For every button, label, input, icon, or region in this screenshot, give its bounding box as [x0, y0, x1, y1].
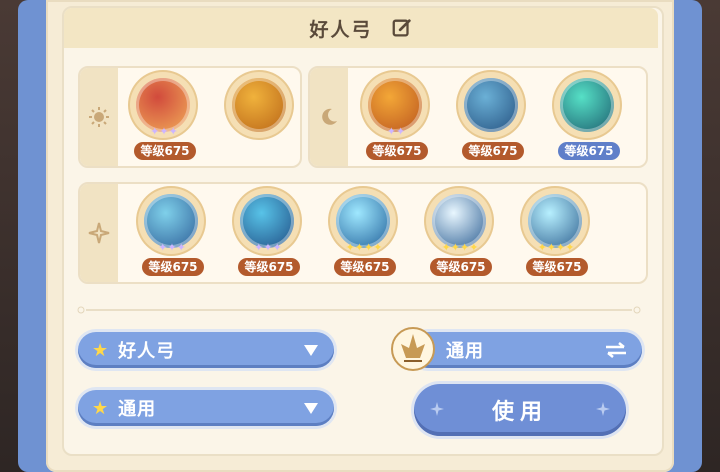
swap-label: 通用: [446, 341, 484, 362]
chevron-down-icon: [304, 403, 318, 414]
skill-level-badge: 等级675: [366, 142, 428, 160]
skill-level-badge: 等级675: [142, 258, 204, 276]
skill-stars: ✦✦✦: [158, 241, 186, 254]
section-divider: [77, 306, 641, 314]
sparkle-icon: [88, 222, 110, 244]
skill-level-badge: 等级675: [526, 258, 588, 276]
preset-dropdown-label: 好人弓: [118, 341, 176, 362]
chevron-down-icon: [304, 345, 318, 356]
skill-stars: ✦✦✦✦: [537, 241, 575, 254]
use-button[interactable]: 使用: [414, 384, 626, 436]
skill-level-badge: 等级675: [238, 258, 300, 276]
preset-dropdown[interactable]: ★ 好人弓: [78, 332, 334, 368]
golden-crest-icon: [232, 78, 286, 132]
wolf-icon: [464, 78, 518, 132]
swap-bar[interactable]: 通用: [410, 332, 642, 368]
harp-icon: [136, 78, 190, 132]
skill-stars: ✦✦✦: [150, 125, 178, 138]
skill-stars: ✦✦: [386, 125, 406, 138]
moon-icon: [322, 108, 337, 125]
moon-skill-slot[interactable]: 等级675: [456, 70, 528, 164]
star-slot-group: ✦✦✦ 等级675 ✦✦✦ 等级675 ✦✦✦✦ 等级675 ✦✦✦✦ 等级675 ✦✦✦✦ 等级…: [78, 182, 648, 284]
emblem-icon: [391, 327, 435, 371]
sun-strip: [80, 68, 118, 166]
arrow-rain-icon: [240, 194, 294, 248]
sun-icon: [89, 107, 109, 127]
star-skill-slot[interactable]: ✦✦✦✦ 等级675: [328, 186, 400, 280]
skill-stars: ✦✦✦✦: [441, 241, 479, 254]
favorite-star-icon: ★: [92, 339, 109, 361]
preset-header: 好人弓: [64, 8, 658, 48]
moon-skill-slot[interactable]: ✦✦ 等级675: [360, 70, 432, 164]
swap-selector[interactable]: 通用: [390, 327, 642, 371]
sun-skill-slot[interactable]: ✦✦✦ 等级675: [128, 70, 200, 164]
type-dropdown-label: 通用: [118, 399, 157, 420]
starburst-icon: [432, 194, 486, 248]
star-skill-slot[interactable]: ✦✦✦✦ 等级675: [520, 186, 592, 280]
swap-arrows-icon: [606, 342, 626, 358]
preset-title: 好人弓: [309, 18, 373, 41]
music-notes-icon: [368, 78, 422, 132]
skill-stars: ✦✦✦✦: [345, 241, 383, 254]
burst-icon: [336, 194, 390, 248]
skill-level-badge: 等级675: [334, 258, 396, 276]
crystal-icon: [528, 194, 582, 248]
moon-strip: [310, 68, 348, 166]
skill-level-badge: 等级675: [558, 142, 620, 160]
sparkle-icon: [596, 402, 610, 416]
moon-skill-slot[interactable]: 等级675: [552, 70, 624, 164]
use-button-label: 使用: [491, 400, 548, 425]
sun-skill-slot[interactable]: [224, 70, 296, 164]
star-skill-slot[interactable]: ✦✦✦ 等级675: [136, 186, 208, 280]
skill-level-badge: 等级675: [134, 142, 196, 160]
skill-level-badge: 等级675: [430, 258, 492, 276]
star-strip: [80, 184, 118, 282]
moon-slot-group: ✦✦ 等级675 等级675 等级675: [308, 66, 648, 168]
star-skill-slot[interactable]: ✦✦✦✦ 等级675: [424, 186, 496, 280]
skill-stars: ✦✦✦: [254, 241, 282, 254]
skill-level-badge: 等级675: [462, 142, 524, 160]
archer-icon: [144, 194, 198, 248]
type-dropdown[interactable]: ★ 通用: [78, 390, 334, 426]
star-dragon-icon: [560, 78, 614, 132]
favorite-star-icon: ★: [92, 397, 109, 419]
edit-icon[interactable]: [391, 17, 413, 39]
sun-slot-group: ✦✦✦ 等级675: [78, 66, 302, 168]
sparkle-icon: [430, 402, 444, 416]
star-skill-slot[interactable]: ✦✦✦ 等级675: [232, 186, 304, 280]
